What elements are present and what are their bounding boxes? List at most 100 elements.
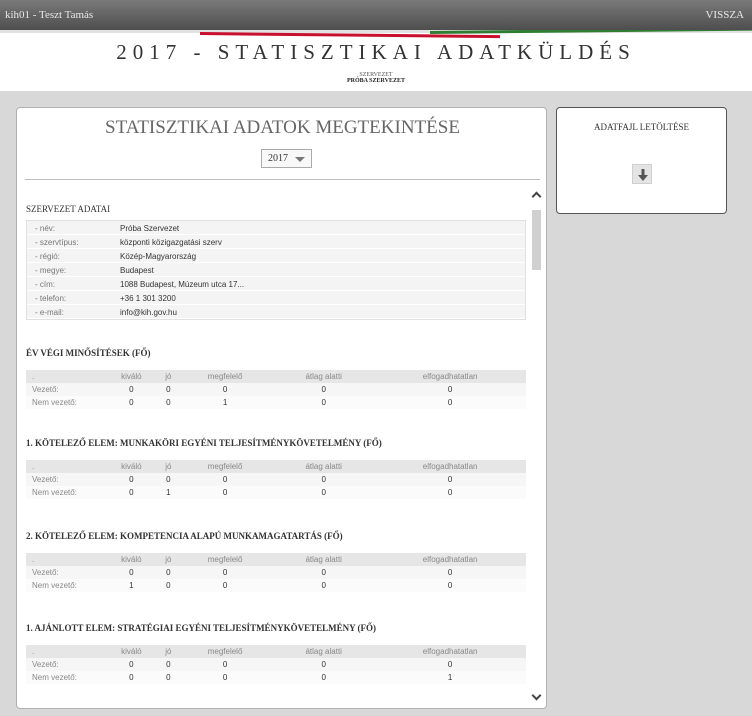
column-header: kiváló [103, 645, 160, 658]
section-title: 1. KÖTELEZŐ ELEM: MUNKAKÖRI EGYÉNI TELJE… [26, 438, 382, 448]
org-info-value: Közép-Magyarország [120, 252, 197, 261]
row-label: Vezető: [26, 383, 103, 396]
divider [25, 179, 540, 180]
table-cell: 0 [103, 383, 160, 396]
table-cell: 0 [273, 396, 375, 409]
table-cell: 0 [176, 383, 274, 396]
section-title: 1. AJÁNLOTT ELEM: STRATÉGIAI EGYÉNI TELJ… [26, 623, 376, 633]
column-header: átlag alatti [273, 370, 375, 383]
statistics-panel: STATISZTIKAI ADATOK MEGTEKINTÉSE 2017 SZ… [16, 107, 547, 709]
org-info-box: - név: Próba Szervezet - szervtípus: közpon… [26, 220, 526, 320]
scroll-thumb[interactable] [532, 210, 541, 270]
table-cell: 0 [374, 486, 526, 499]
org-info-key: - e-mail: [35, 308, 64, 317]
table-cell: 0 [176, 658, 274, 671]
year-select[interactable]: 2017 [261, 149, 312, 168]
scrollbar[interactable] [531, 190, 544, 705]
org-info-key: - szervtípus: [35, 238, 79, 247]
table-cell: 0 [273, 579, 375, 592]
top-bar: kih01 - Teszt Tamás VISSZA [0, 0, 752, 30]
org-info-row: - megye: Budapest [27, 263, 525, 277]
table-cell: 0 [374, 383, 526, 396]
column-header: megfelelő [176, 553, 274, 566]
row-label: Vezető: [26, 658, 103, 671]
org-info-value: központi közigazgatási szerv [120, 238, 222, 247]
table-cell: 0 [273, 383, 375, 396]
table-header-row: . kiváló jó megfelelő átlag alatti elfogadhat… [26, 370, 526, 383]
table-row: Nem vezető: 0 0 0 0 1 [26, 671, 526, 684]
table-cell: 0 [374, 566, 526, 579]
rating-table: . kiváló jó megfelelő átlag alatti elfogadhat… [26, 460, 526, 499]
back-link[interactable]: VISSZA [705, 9, 744, 21]
org-name: PRÓBA SZERVEZET [347, 78, 405, 84]
column-header: elfogadhatatlan [374, 553, 526, 566]
table-cell: 0 [159, 566, 177, 579]
org-info-row: - név: Próba Szervezet [27, 221, 525, 235]
table-header-row: . kiváló jó megfelelő átlag alatti elfogadhat… [26, 645, 526, 658]
org-info-row: - telefon: +36 1 301 3200 [27, 291, 525, 305]
scroll-up-icon[interactable] [531, 191, 542, 202]
row-label: Nem vezető: [26, 486, 103, 499]
table-cell: 0 [273, 671, 375, 684]
org-info-key: - régió: [35, 252, 60, 261]
org-section-title: SZERVEZET ADATAI [26, 204, 111, 214]
column-header: . [26, 370, 103, 383]
table-cell: 0 [103, 658, 160, 671]
table-cell: 0 [103, 566, 160, 579]
row-label: Vezető: [26, 566, 103, 579]
org-info-value: info@kih.gov.hu [120, 308, 177, 317]
org-info-key: - cím: [35, 280, 55, 289]
table-cell: 0 [103, 396, 160, 409]
org-info-value: Próba Szervezet [120, 224, 180, 233]
scroll-down-icon[interactable] [531, 690, 542, 701]
download-button[interactable] [632, 164, 652, 184]
row-label: Nem vezető: [26, 671, 103, 684]
table-cell: 0 [159, 579, 177, 592]
table-row: Nem vezető: 1 0 0 0 0 [26, 579, 526, 592]
table-cell: 0 [374, 396, 526, 409]
page-header: 2017 - STATISZTIKAI ADATKÜLDÉS SZERVEZET… [0, 40, 752, 90]
table-row: Nem vezető: 0 1 0 0 0 [26, 486, 526, 499]
org-info-row: - cím: 1088 Budapest, Múzeum utca 17... [27, 277, 525, 291]
org-info-row: - régió: Közép-Magyarország [27, 249, 525, 263]
row-label: Vezető: [26, 473, 103, 486]
column-header: átlag alatti [273, 645, 375, 658]
section-title: ÉV VÉGI MINŐSÍTÉSEK (FŐ) [26, 348, 151, 358]
scroll-area[interactable]: SZERVEZET ADATAI - név: Próba Szervezet - … [17, 188, 546, 708]
column-header: kiváló [103, 553, 160, 566]
section-title: 2. KÖTELEZŐ ELEM: KOMPETENCIA ALAPÚ MUNK… [26, 531, 343, 541]
table-cell: 0 [273, 486, 375, 499]
table-cell: 0 [103, 671, 160, 684]
table-cell: 0 [374, 473, 526, 486]
table-cell: 0 [374, 579, 526, 592]
table-row: Nem vezető: 0 0 1 0 0 [26, 396, 526, 409]
org-info-value: +36 1 301 3200 [120, 294, 176, 303]
table-cell: 0 [176, 671, 274, 684]
table-cell: 0 [159, 658, 177, 671]
panel-title: STATISZTIKAI ADATOK MEGTEKINTÉSE [105, 117, 460, 138]
table-cell: 0 [159, 473, 177, 486]
table-cell: 0 [374, 658, 526, 671]
year-value: 2017 [268, 153, 288, 164]
table-cell: 0 [273, 566, 375, 579]
column-header: megfelelő [176, 645, 274, 658]
row-label: Nem vezető: [26, 396, 103, 409]
column-header: átlag alatti [273, 553, 375, 566]
table-cell: 0 [176, 579, 274, 592]
table-cell: 1 [374, 671, 526, 684]
table-cell: 0 [159, 671, 177, 684]
rating-table: . kiváló jó megfelelő átlag alatti elfogadhat… [26, 553, 526, 592]
table-cell: 0 [176, 473, 274, 486]
org-info-row: - szervtípus: központi közigazgatási szer… [27, 235, 525, 249]
org-info-key: - megye: [35, 266, 67, 275]
table-cell: 0 [176, 486, 274, 499]
table-header-row: . kiváló jó megfelelő átlag alatti elfogadhat… [26, 460, 526, 473]
column-header: jó [159, 460, 177, 473]
org-info-value: Budapest [120, 266, 154, 275]
org-info-key: - telefon: [35, 294, 67, 303]
column-header: . [26, 460, 103, 473]
column-header: elfogadhatatlan [374, 645, 526, 658]
column-header: . [26, 645, 103, 658]
rating-table: . kiváló jó megfelelő átlag alatti elfogadhat… [26, 370, 526, 409]
column-header: . [26, 553, 103, 566]
